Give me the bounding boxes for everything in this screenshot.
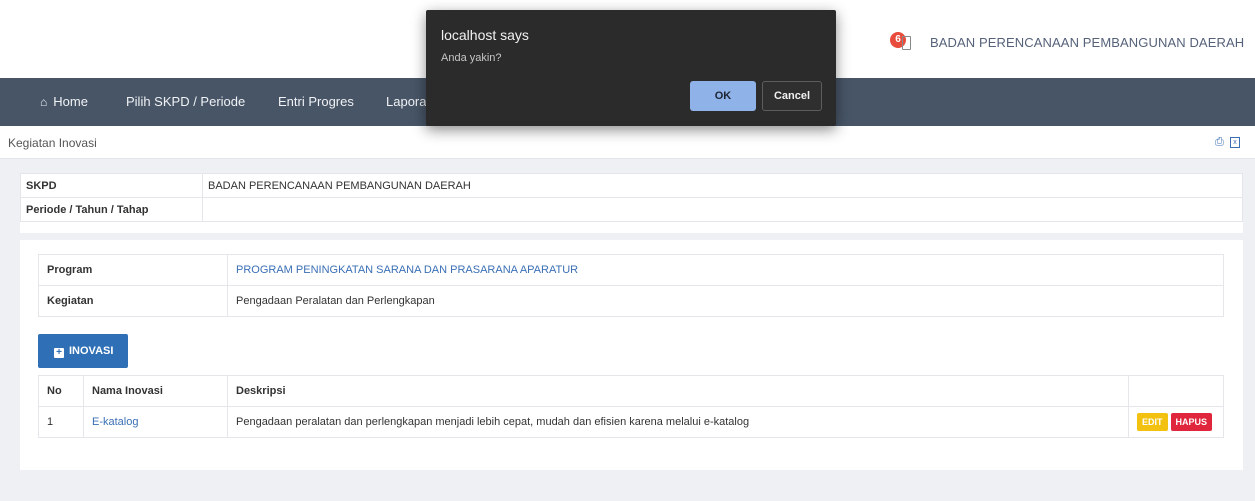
- col-header-nama: Nama Inovasi: [83, 375, 228, 407]
- program-link[interactable]: PROGRAM PENINGKATAN SARANA DAN PRASARANA…: [236, 264, 578, 276]
- hapus-button[interactable]: HAPUS: [1170, 413, 1213, 431]
- org-name: BADAN PERENCANAAN PEMBANGUNAN DAERAH: [930, 35, 1245, 50]
- notification-button[interactable]: 6: [890, 30, 920, 52]
- notification-icon: [902, 36, 911, 50]
- inovasi-table: No Nama Inovasi Deskripsi 1 E-katalog Pe…: [38, 375, 1224, 438]
- nav-laporan[interactable]: Lapora: [386, 78, 426, 126]
- skpd-value: BADAN PERENCANAAN PEMBANGUNAN DAERAH: [202, 173, 1243, 198]
- skpd-info-card: SKPD BADAN PERENCANAAN PEMBANGUNAN DAERA…: [20, 173, 1243, 233]
- skpd-info-table: SKPD BADAN PERENCANAAN PEMBANGUNAN DAERA…: [20, 173, 1243, 222]
- col-header-no: No: [38, 375, 84, 407]
- dialog-title: localhost says: [441, 27, 529, 43]
- home-icon: ⌂: [40, 95, 48, 109]
- export-excel-icon[interactable]: x: [1230, 137, 1240, 148]
- skpd-label: SKPD: [20, 173, 203, 198]
- ok-button[interactable]: OK: [690, 81, 756, 111]
- cell-no: 1: [38, 406, 84, 438]
- periode-row: Periode / Tahun / Tahap: [20, 197, 1243, 222]
- add-inovasi-button[interactable]: + INOVASI: [38, 334, 128, 368]
- add-inovasi-label: INOVASI: [69, 345, 114, 357]
- print-icon[interactable]: ⎙: [1215, 136, 1224, 149]
- nav-home-label: Home: [53, 94, 88, 109]
- nav-pilih-skpd[interactable]: Pilih SKPD / Periode: [126, 78, 245, 126]
- dialog-message: Anda yakin?: [441, 52, 502, 64]
- cell-actions: EDIT HAPUS: [1128, 406, 1224, 438]
- inovasi-name-link[interactable]: E-katalog: [92, 416, 138, 428]
- program-table: Program PROGRAM PENINGKATAN SARANA DAN P…: [38, 254, 1224, 317]
- cell-deskripsi: Pengadaan peralatan dan perlengkapan men…: [227, 406, 1129, 438]
- table-row: 1 E-katalog Pengadaan peralatan dan perl…: [38, 406, 1224, 438]
- confirm-dialog: localhost says Anda yakin? OK Cancel: [426, 10, 836, 126]
- page-title: Kegiatan Inovasi: [8, 136, 97, 150]
- skpd-row: SKPD BADAN PERENCANAAN PEMBANGUNAN DAERA…: [20, 173, 1243, 198]
- edit-button[interactable]: EDIT: [1137, 413, 1168, 431]
- cell-nama[interactable]: E-katalog: [83, 406, 228, 438]
- page-header: Kegiatan Inovasi ⎙ x: [0, 126, 1255, 159]
- kegiatan-value: Pengadaan Peralatan dan Perlengkapan: [227, 285, 1224, 317]
- plus-icon: +: [54, 348, 64, 358]
- col-header-actions: [1128, 375, 1224, 407]
- kegiatan-card: Program PROGRAM PENINGKATAN SARANA DAN P…: [20, 240, 1243, 470]
- kegiatan-label: Kegiatan: [38, 285, 228, 317]
- nav-entri-progres[interactable]: Entri Progres: [278, 78, 354, 126]
- program-value[interactable]: PROGRAM PENINGKATAN SARANA DAN PRASARANA…: [227, 254, 1224, 286]
- col-header-deskripsi: Deskripsi: [227, 375, 1129, 407]
- table-header-row: No Nama Inovasi Deskripsi: [38, 375, 1224, 407]
- program-label: Program: [38, 254, 228, 286]
- kegiatan-row: Kegiatan Pengadaan Peralatan dan Perleng…: [38, 285, 1224, 317]
- periode-label: Periode / Tahun / Tahap: [20, 197, 203, 222]
- program-row: Program PROGRAM PENINGKATAN SARANA DAN P…: [38, 254, 1224, 286]
- nav-home[interactable]: ⌂ Home: [40, 78, 88, 126]
- periode-value: [202, 197, 1243, 222]
- cancel-button[interactable]: Cancel: [762, 81, 822, 111]
